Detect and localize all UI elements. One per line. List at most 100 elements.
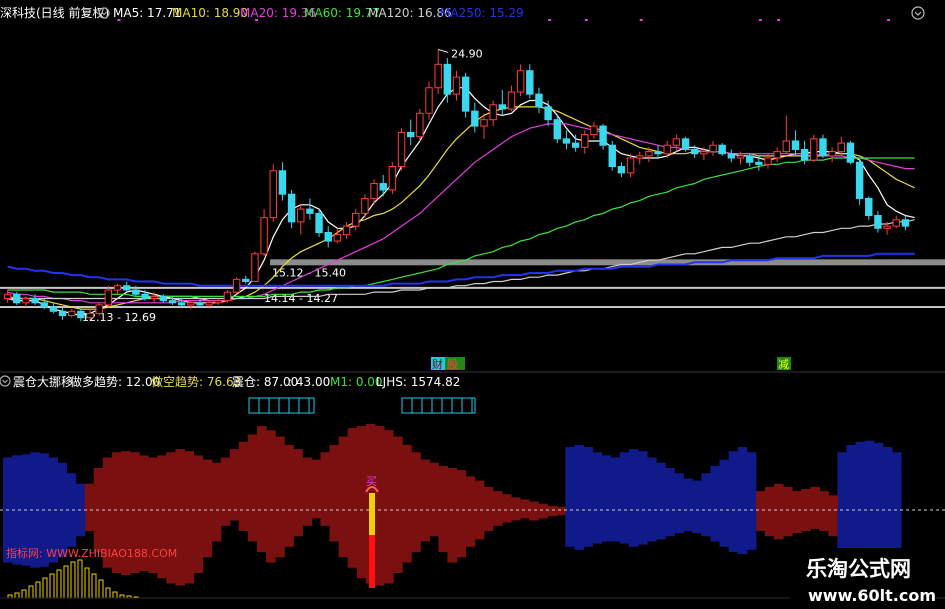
- candle-body: [452, 76, 461, 95]
- trend-band-1: [583, 510, 594, 547]
- trend-band-0: [48, 457, 59, 510]
- trend-band-1: [773, 483, 784, 510]
- candle-body: [892, 219, 900, 227]
- trend-band-1: [519, 499, 530, 510]
- buy-bar-yellow: [369, 493, 375, 535]
- candle-body: [388, 166, 397, 191]
- trend-band-1: [347, 428, 358, 510]
- trend-band-1: [374, 426, 385, 510]
- yellow-bar: [70, 561, 76, 599]
- trend-band-0: [184, 510, 195, 584]
- trend-band-1: [719, 510, 730, 547]
- trend-band-0: [284, 510, 294, 547]
- collapse-chevron: [2, 379, 8, 384]
- trend-band-0: [411, 510, 421, 552]
- candle: [571, 134, 580, 152]
- candle: [672, 134, 681, 152]
- trend-band-1: [329, 444, 340, 510]
- stock-title[interactable]: 深科技(日线 前复权): [0, 5, 109, 20]
- candle-body: [590, 125, 598, 136]
- ma10-label: MA10: 18.90: [172, 6, 248, 20]
- candle: [535, 87, 543, 114]
- ma-line-ma20: [7, 123, 915, 304]
- candle-body: [251, 253, 259, 282]
- support-level-line: [0, 306, 945, 309]
- trend-band-1: [665, 510, 675, 537]
- high-pointer: [438, 48, 449, 53]
- trend-band-0: [39, 453, 49, 510]
- trend-band-0: [819, 510, 829, 531]
- candle: [388, 162, 397, 195]
- candle-body: [196, 302, 204, 306]
- candle-body: [700, 151, 708, 155]
- trend-band-0: [873, 442, 884, 510]
- trend-band-0: [701, 473, 712, 510]
- support-level-line: [270, 259, 945, 266]
- candle-body: [416, 112, 424, 138]
- candle-body: [480, 119, 488, 127]
- indicator-name[interactable]: 震仓大挪移: [13, 375, 73, 389]
- candle-body: [150, 295, 158, 300]
- candle-body: [672, 138, 681, 146]
- candle-body: [901, 219, 910, 227]
- trend-band-0: [229, 510, 240, 521]
- trend-band-0: [628, 449, 639, 510]
- trend-band-1: [474, 480, 485, 510]
- trend-band-0: [329, 510, 340, 542]
- candle-body: [874, 214, 882, 229]
- trend-band-0: [193, 510, 204, 573]
- candle: [507, 85, 516, 112]
- trend-band-0: [120, 510, 131, 576]
- candle-body: [810, 138, 818, 161]
- trend-band-0: [746, 452, 757, 510]
- trend-band-0: [402, 510, 412, 563]
- yellow-bar: [91, 573, 97, 599]
- trend-band-1: [338, 436, 349, 510]
- candle-body: [507, 91, 516, 110]
- signal-box: [401, 397, 476, 414]
- trend-band-1: [429, 462, 439, 510]
- candle: [379, 175, 387, 197]
- candle-body: [773, 151, 781, 159]
- candle-body: [690, 148, 699, 155]
- trend-band-1: [619, 510, 630, 544]
- collapse-circle-icon[interactable]: [0, 375, 11, 387]
- trend-band-0: [447, 510, 458, 563]
- candle-body: [177, 302, 186, 306]
- trend-band-1: [383, 430, 394, 510]
- candle-body: [122, 285, 131, 291]
- candle-body: [736, 155, 745, 159]
- site-text: 指标网: WWW.ZHIBIAO188.COM: [6, 546, 177, 560]
- trend-band-1: [148, 457, 158, 510]
- candle-body: [636, 155, 644, 159]
- candle-body: [214, 300, 223, 304]
- trend-band-0: [855, 441, 866, 510]
- candle: [745, 153, 754, 167]
- candle: [865, 196, 873, 220]
- trend-band-0: [347, 510, 358, 568]
- trend-band-0: [247, 510, 258, 542]
- trend-band-0: [764, 510, 775, 537]
- candle-body: [434, 63, 442, 89]
- yellow-bar: [77, 559, 83, 599]
- gear-chevron: [914, 11, 922, 16]
- gear-circle-icon[interactable]: [911, 6, 925, 20]
- ma-line-ma60: [7, 157, 915, 297]
- yellow-bar: [98, 579, 104, 599]
- candle-body: [342, 225, 351, 236]
- trend-band-0: [311, 510, 322, 519]
- trend-band-0: [719, 459, 730, 510]
- candle-body: [352, 212, 360, 227]
- candle: [452, 70, 461, 101]
- trend-band-0: [755, 510, 766, 531]
- candle: [260, 209, 268, 256]
- candle: [471, 102, 479, 133]
- candle: [846, 140, 855, 165]
- candle: [791, 130, 800, 156]
- candle-body: [315, 212, 323, 234]
- trend-band-0: [828, 510, 839, 537]
- trend-band-1: [438, 465, 449, 510]
- trend-band-1: [510, 497, 521, 510]
- candle: [278, 162, 287, 201]
- candle: [599, 123, 607, 150]
